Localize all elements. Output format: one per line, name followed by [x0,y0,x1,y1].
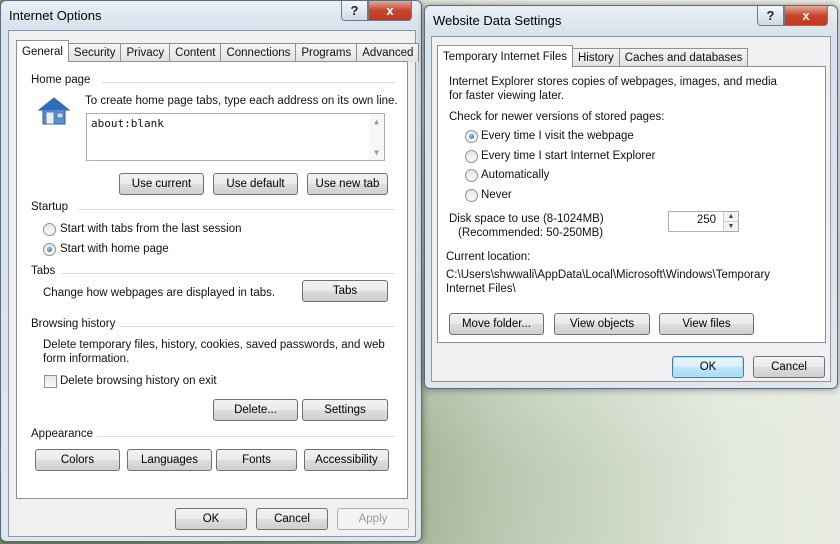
browsing-history-description-line1: Delete temporary files, history, cookies… [43,339,385,351]
never-radio[interactable] [465,189,478,202]
fonts-button[interactable]: Fonts [216,449,297,471]
languages-button[interactable]: Languages [127,449,212,471]
scroll-up-icon: ▲ [374,117,379,126]
accessibility-button[interactable]: Accessibility [304,449,389,471]
startup-home-page-radio[interactable] [43,243,56,256]
home-icon [37,96,71,126]
use-new-tab-button[interactable]: Use new tab [307,173,388,195]
tab-history[interactable]: History [572,48,620,67]
colors-button[interactable]: Colors [35,449,120,471]
settings-button[interactable]: Settings [302,399,388,421]
view-files-button[interactable]: View files [659,313,754,335]
divider [79,209,395,210]
tab-general[interactable]: General [16,40,69,62]
intro-line2: for faster viewing later. [449,90,565,102]
every-visit-label[interactable]: Every time I visit the webpage [481,130,634,142]
internet-options-window: Internet Options ? x General Security Pr… [0,0,422,542]
close-button[interactable]: x [784,6,828,26]
tabs-description: Change how webpages are displayed in tab… [43,287,276,299]
startup-last-session-radio[interactable] [43,223,56,236]
startup-last-session-label[interactable]: Start with tabs from the last session [60,223,242,235]
current-location-path-line1: C:\Users\shwwali\AppData\Local\Microsoft… [446,269,771,281]
delete-on-exit-checkbox[interactable] [44,375,57,388]
scroll-down-icon: ▼ [374,148,379,157]
intro-line1: Internet Explorer stores copies of webpa… [449,76,777,88]
cancel-button[interactable]: Cancel [256,508,328,530]
tabs-button[interactable]: Tabs [302,280,388,302]
every-start-label[interactable]: Every time I start Internet Explorer [481,150,655,162]
disk-space-stepper[interactable]: 250 ▲ ▼ [668,211,739,232]
disk-space-label: Disk space to use (8-1024MB) [449,213,604,225]
tab-caches-and-databases[interactable]: Caches and databases [618,48,749,67]
ok-button[interactable]: OK [672,356,744,378]
help-button[interactable]: ? [341,1,368,21]
divider [61,273,395,274]
use-default-button[interactable]: Use default [213,173,298,195]
close-icon: x [386,3,394,18]
tab-security[interactable]: Security [67,43,122,62]
divider [97,436,395,437]
tab-programs[interactable]: Programs [295,43,358,62]
tab-strip: Temporary Internet Files History Caches … [437,45,749,67]
home-page-address-field[interactable]: about:blank ▲ ▼ [86,113,385,161]
delete-button[interactable]: Delete... [213,399,298,421]
tab-temporary-internet-files[interactable]: Temporary Internet Files [437,45,573,67]
spin-down-icon[interactable]: ▼ [724,222,738,231]
tab-strip: General Security Privacy Content Connect… [16,40,420,62]
startup-group-label: Startup [31,201,69,213]
apply-button[interactable]: Apply [337,508,409,530]
tab-privacy[interactable]: Privacy [120,43,171,62]
divider [120,326,395,327]
tab-connections[interactable]: Connections [220,43,297,62]
view-objects-button[interactable]: View objects [554,313,650,335]
general-tab-panel: Home page To create home page tabs, type… [16,61,408,499]
automatically-label[interactable]: Automatically [481,169,549,181]
disk-space-spin-buttons[interactable]: ▲ ▼ [723,212,738,231]
tab-advanced[interactable]: Advanced [356,43,420,62]
every-visit-radio[interactable] [465,130,478,143]
browsing-history-description-line2: form information. [43,353,130,365]
home-page-address-value: about:blank [91,117,164,130]
never-label[interactable]: Never [481,189,512,201]
dialog-body: General Security Privacy Content Connect… [8,30,420,537]
help-icon: ? [350,3,359,18]
help-icon: ? [766,8,775,23]
home-page-group-label: Home page [31,74,91,86]
close-icon: x [802,8,810,23]
cancel-button[interactable]: Cancel [753,356,825,378]
disk-space-recommended: (Recommended: 50-250MB) [458,227,604,239]
close-button[interactable]: x [368,1,412,21]
website-data-settings-window: Website Data Settings ? x Temporary Inte… [424,5,838,389]
disk-space-value: 250 [696,214,716,226]
browsing-history-group-label: Browsing history [31,318,116,330]
every-start-radio[interactable] [465,150,478,163]
home-page-instruction: To create home page tabs, type each addr… [85,95,398,107]
spin-up-icon[interactable]: ▲ [724,212,738,222]
delete-on-exit-label[interactable]: Delete browsing history on exit [60,375,217,387]
startup-home-page-label[interactable]: Start with home page [60,243,169,255]
help-button[interactable]: ? [757,6,784,26]
appearance-group-label: Appearance [31,428,94,440]
check-label: Check for newer versions of stored pages… [449,111,665,123]
use-current-button[interactable]: Use current [119,173,204,195]
automatically-radio[interactable] [465,169,478,182]
tabs-group-label: Tabs [31,265,56,277]
move-folder-button[interactable]: Move folder... [449,313,544,335]
ok-button[interactable]: OK [175,508,247,530]
current-location-path-line2: Internet Files\ [446,283,516,295]
dialog-body: Temporary Internet Files History Caches … [431,36,831,382]
tab-content[interactable]: Content [169,43,222,62]
temporary-internet-files-panel: Internet Explorer stores copies of webpa… [437,66,826,343]
current-location-label: Current location: [446,251,531,263]
divider [102,82,395,83]
home-page-scrollbar[interactable]: ▲ ▼ [369,114,384,160]
